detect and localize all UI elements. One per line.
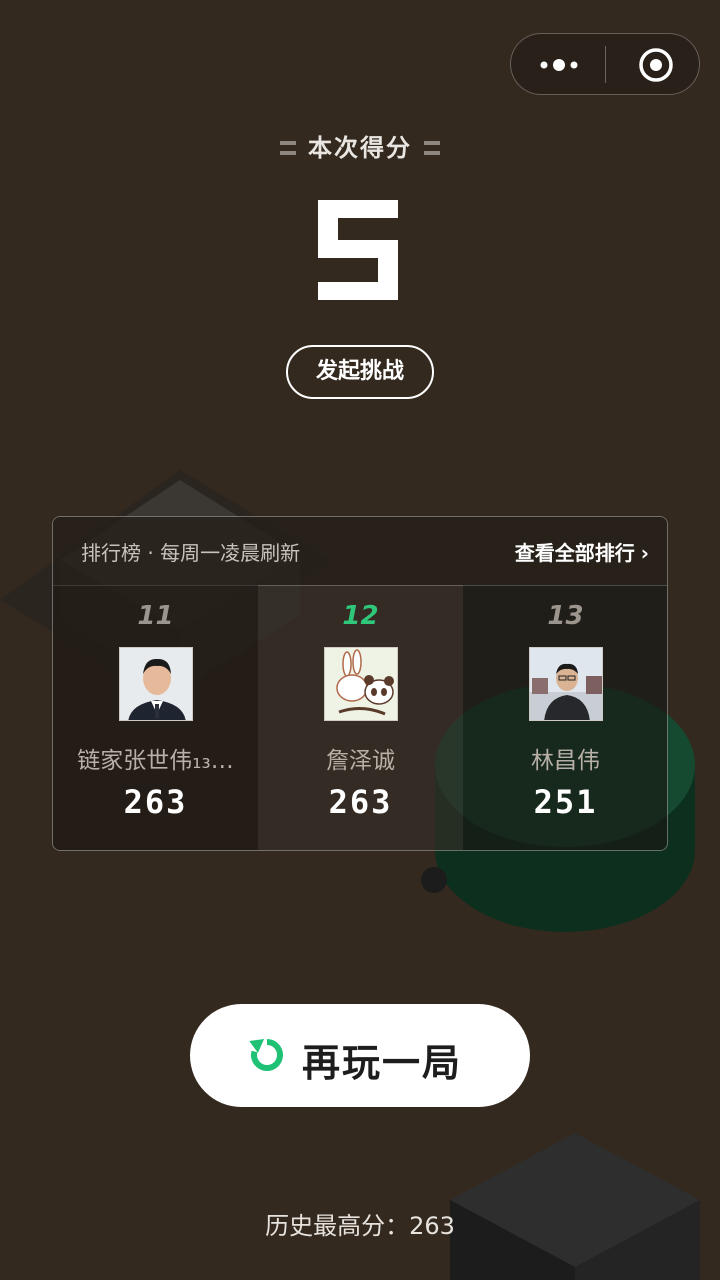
entry-rank: 11 [137,601,174,631]
avatar [119,647,193,721]
leaderboard-entry[interactable]: 11 链家张世伟₁₃… 263 [53,585,258,850]
entry-rank: 13 [547,601,584,631]
capsule-divider [605,46,606,83]
target-close-icon[interactable] [638,47,674,83]
replay-button[interactable]: 再玩一局 [190,1004,530,1107]
mini-program-capsule [510,33,700,95]
view-all-label: 查看全部排行 [514,541,635,565]
leaderboard-card: 排行榜 · 每周一凌晨刷新 查看全部排行 › 11 链家张世伟₁₃… 263 12 [52,516,668,851]
score-digit-graphic [318,200,398,300]
avatar [324,647,398,721]
more-icon[interactable] [539,56,579,74]
entry-score: 263 [123,783,188,821]
decor-bars-right [424,141,440,157]
score-title: 本次得分 [0,128,720,163]
leaderboard-entry[interactable]: 13 林昌伟 251 [463,585,667,850]
avatar [529,647,603,721]
entry-name: 链家张世伟₁₃… [77,748,234,774]
best-score: 历史最高分：263 [265,1212,455,1240]
leaderboard-entry-self[interactable]: 12 詹泽诚 263 [258,585,463,850]
leaderboard-header: 排行榜 · 每周一凌晨刷新 查看全部排行 › [53,517,667,586]
entry-score: 263 [328,783,393,821]
entry-rank: 12 [342,601,379,631]
refresh-icon [249,1038,284,1071]
entry-score: 251 [533,783,598,821]
entry-name: 林昌伟 [531,748,600,774]
chevron-right-icon: › [640,541,649,565]
replay-label: 再玩一局 [302,1041,463,1085]
decor-bars-left [280,141,296,157]
score-title-label: 本次得分 [308,134,412,162]
entry-name: 詹泽诚 [326,748,395,774]
challenge-button[interactable]: 发起挑战 [286,345,434,399]
current-score: 5 [318,200,400,300]
leaderboard-caption: 排行榜 · 每周一凌晨刷新 [81,541,301,565]
view-all-ranking-link[interactable]: 查看全部排行 › [515,537,649,566]
